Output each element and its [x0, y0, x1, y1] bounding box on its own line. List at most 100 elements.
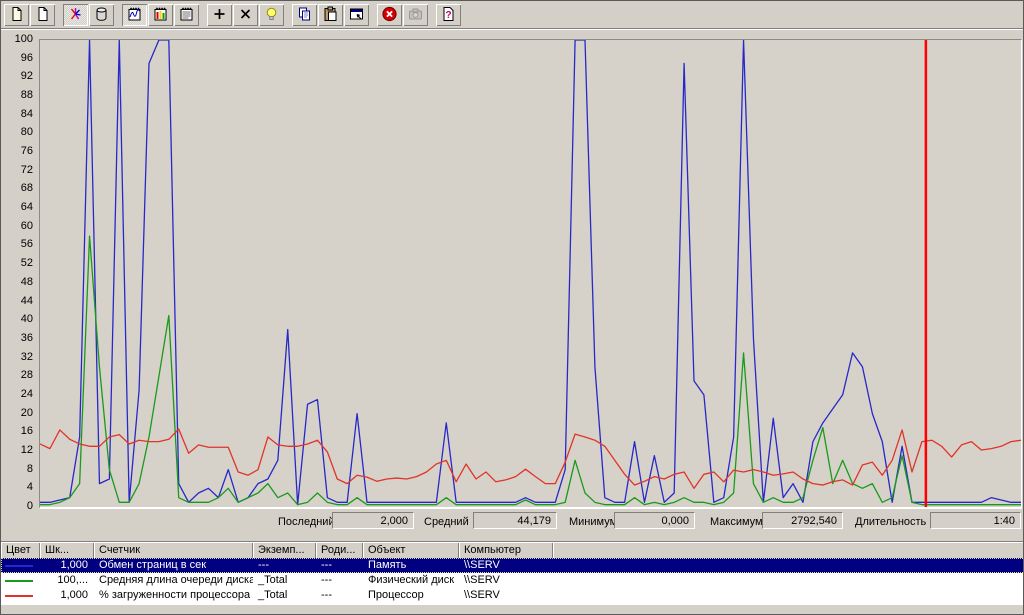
- y-axis-tick: 84: [3, 108, 33, 120]
- legend-column-header-filler: [553, 542, 1024, 559]
- paste-icon: [322, 6, 339, 25]
- y-axis-tick: 76: [3, 145, 33, 157]
- legend-column-header-parent[interactable]: Роди...: [316, 542, 363, 559]
- help-button[interactable]: ?: [436, 4, 461, 26]
- cross-icon: [237, 6, 254, 25]
- y-axis-tick: 96: [3, 52, 33, 64]
- y-axis-tick: 16: [3, 425, 33, 437]
- y-axis-tick: 48: [3, 276, 33, 288]
- freeze-display-button[interactable]: [377, 4, 402, 26]
- help-page-icon: ?: [440, 6, 457, 25]
- add-counter-button[interactable]: [207, 4, 232, 26]
- legend-cell-object: Физический диск: [363, 573, 459, 588]
- counter-color-swatch: [1, 588, 40, 603]
- toolbar-separator: [285, 4, 292, 26]
- y-axis-tick: 68: [3, 182, 33, 194]
- window-bottom-edge: [1, 605, 1024, 615]
- toolbar-separator: [429, 4, 436, 26]
- y-axis-tick: 28: [3, 369, 33, 381]
- camera-icon: [407, 6, 424, 25]
- legend-column-header-computer[interactable]: Компьютер: [459, 542, 553, 559]
- view-report-button[interactable]: [174, 4, 199, 26]
- legend-cell-instance: _Total: [253, 588, 316, 603]
- stat-last-label: Последний: [278, 515, 335, 529]
- counter-color-swatch: [1, 558, 40, 573]
- legend-cell-object: Процессор: [363, 588, 459, 603]
- y-axis-tick: 52: [3, 257, 33, 269]
- y-axis-tick: 20: [3, 407, 33, 419]
- y-axis-tick: 24: [3, 388, 33, 400]
- legend-cell-computer: \\SERV: [459, 558, 553, 573]
- view-current-activity-button[interactable]: [63, 4, 88, 26]
- y-axis-tick: 80: [3, 126, 33, 138]
- legend-column-header-scale[interactable]: Шк...: [40, 542, 94, 559]
- properties-button[interactable]: [344, 4, 369, 26]
- stat-average-label: Средний: [424, 515, 469, 529]
- y-axis-tick: 56: [3, 238, 33, 250]
- performance-monitor-window: ? 10096928884807672686460565248444036322…: [0, 0, 1024, 615]
- counter-color-swatch: [1, 573, 40, 588]
- clear-display-button[interactable]: [30, 4, 55, 26]
- legend-header: ЦветШк...СчетчикЭкземп...Роди...ОбъектКо…: [1, 541, 1024, 559]
- stat-maximum-label: Максимум: [710, 515, 763, 529]
- view-chart-button[interactable]: [122, 4, 147, 26]
- legend-cell-parent: ---: [316, 558, 363, 573]
- legend-cell-computer: \\SERV: [459, 573, 553, 588]
- legend-row-2[interactable]: 1,000% загруженности процессора_Total---…: [1, 588, 1024, 603]
- stat-duration-label: Длительность: [855, 515, 926, 529]
- legend-cell-counter: Средняя длина очереди диска: [94, 573, 253, 588]
- toolbar-separator: [370, 4, 377, 26]
- chart-canvas: [40, 40, 1021, 507]
- new-counter-set-button[interactable]: [4, 4, 29, 26]
- new-page-icon: [8, 6, 25, 25]
- y-axis-tick: 12: [3, 444, 33, 456]
- legend-cell-scale: 1,000: [40, 558, 94, 573]
- stat-minimum-value: 0,000: [614, 512, 695, 529]
- legend-column-header-instance[interactable]: Экземп...: [253, 542, 316, 559]
- series-line-0: [40, 40, 1021, 505]
- legend-cell-scale: 1,000: [40, 588, 94, 603]
- y-axis-tick: 8: [3, 463, 33, 475]
- legend-cell-parent: ---: [316, 573, 363, 588]
- delete-counter-button[interactable]: [233, 4, 258, 26]
- y-axis-tick: 60: [3, 220, 33, 232]
- properties-window-icon: [348, 6, 365, 25]
- y-axis-tick: 92: [3, 70, 33, 82]
- legend-cell-scale: 100,...: [40, 573, 94, 588]
- legend-row-1[interactable]: 100,...Средняя длина очереди диска_Total…: [1, 573, 1024, 588]
- chart-plot: [39, 39, 1022, 509]
- update-data-button: [403, 4, 428, 26]
- y-axis-tick: 64: [3, 201, 33, 213]
- y-axis-tick: 32: [3, 351, 33, 363]
- cylinder-icon: [93, 6, 110, 25]
- highlight-button[interactable]: [259, 4, 284, 26]
- copy-properties-button[interactable]: [292, 4, 317, 26]
- paste-counter-list-button[interactable]: [318, 4, 343, 26]
- stat-minimum-label: Минимум: [569, 515, 617, 529]
- page-icon: [34, 6, 51, 25]
- y-axis-tick: 0: [3, 500, 33, 512]
- histogram-notebook-icon: [152, 6, 169, 25]
- stat-duration-value: 1:40: [930, 512, 1021, 529]
- legend-column-header-object[interactable]: Объект: [363, 542, 459, 559]
- legend-column-header-counter[interactable]: Счетчик: [94, 542, 253, 559]
- view-histogram-button[interactable]: [148, 4, 173, 26]
- stat-maximum-value: 2792,540: [762, 512, 843, 529]
- view-log-data-button[interactable]: [89, 4, 114, 26]
- activity-burst-icon: [67, 6, 84, 25]
- legend-cell-parent: ---: [316, 588, 363, 603]
- lightbulb-icon: [263, 6, 280, 25]
- toolbar-separator: [200, 4, 207, 26]
- y-axis-tick: 4: [3, 481, 33, 493]
- y-axis-tick: 40: [3, 313, 33, 325]
- y-axis-tick: 44: [3, 295, 33, 307]
- legend-cell-instance: _Total: [253, 573, 316, 588]
- legend-row-0[interactable]: 1,000Обмен страниц в сек------Память\\SE…: [1, 558, 1024, 573]
- legend-column-header-color[interactable]: Цвет: [1, 542, 40, 559]
- legend-table: 1,000Обмен страниц в сек------Память\\SE…: [1, 558, 1024, 605]
- y-axis-tick: 36: [3, 332, 33, 344]
- toolbar: ?: [1, 2, 1023, 29]
- y-axis-tick: 88: [3, 89, 33, 101]
- toolbar-separator: [115, 4, 122, 26]
- stat-last-value: 2,000: [332, 512, 414, 529]
